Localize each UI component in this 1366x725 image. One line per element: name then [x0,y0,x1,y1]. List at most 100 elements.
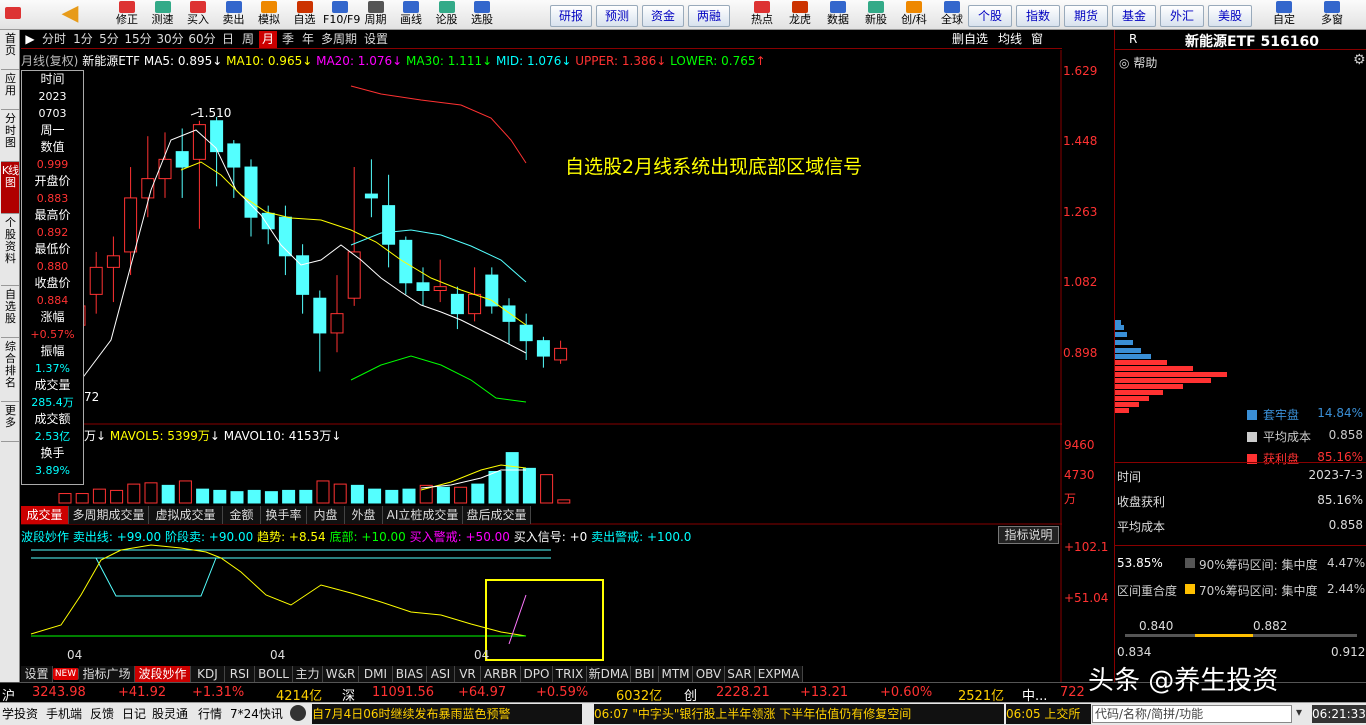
indicator-tab-16[interactable]: 新DMA [587,666,631,683]
subchart-tab-7[interactable]: AI立桩成交量 [383,506,463,524]
forum-button[interactable]: 论股 [430,0,464,30]
sell-button[interactable]: 卖出 [217,0,251,30]
period-tab-0[interactable]: 分时 [39,31,69,48]
multiwindow-button[interactable]: 多窗 [1312,0,1352,30]
speed-button[interactable]: 测速 [146,0,180,30]
indicator-tab-18[interactable]: MTM [659,666,693,683]
toolbar-btn-3[interactable]: 两融 [688,5,730,27]
bottombar-item-5[interactable]: 行情 [198,705,222,722]
toolbar-btn-2[interactable]: 资金 [642,5,684,27]
toolbar-btn-1[interactable]: 预测 [596,5,638,27]
indicator-tab-15[interactable]: TRIX [553,666,587,683]
indicator-tab-6[interactable]: BOLL [255,666,293,683]
subchart-tab-8[interactable]: 盘后成交量 [463,506,531,524]
news-ticker-3[interactable]: 06:05 上交所 [1006,704,1091,724]
toolbar-btn2-1[interactable]: 指数 [1016,5,1060,27]
indicator-tab-5[interactable]: RSI [225,666,255,683]
indicator-tab-20[interactable]: SAR [725,666,755,683]
screen-button[interactable]: 选股 [465,0,499,30]
custom-button[interactable]: 自定 [1264,0,1304,30]
watchlist-button[interactable]: 自选 [288,0,322,30]
indicator-tab-0[interactable]: 设置 [21,666,53,683]
period-right-1[interactable]: 均线 [995,31,1025,48]
subchart-tab-3[interactable]: 金额 [223,506,261,524]
period-button[interactable]: 周期 [359,0,393,30]
bottombar-item-4[interactable]: 股灵通 [152,705,188,722]
leftnav-item-1[interactable]: 应用 [1,70,19,110]
dragon-button[interactable]: 龙虎 [782,0,818,30]
period-tab-11[interactable]: 多周期 [319,31,359,48]
indicator-tab-11[interactable]: ASI [427,666,455,683]
leftnav-item-0[interactable]: 首页 [1,30,19,70]
toolbar-btn2-4[interactable]: 外汇 [1160,5,1204,27]
edit-button[interactable]: 修正 [110,0,144,30]
bottombar-item-2[interactable]: 反馈 [90,705,114,722]
bottombar-item-6[interactable]: 7*24快讯 [230,705,283,722]
collapse-icon[interactable]: ▶ [23,31,37,48]
indicator-explain-button[interactable]: 指标说明 [998,526,1059,544]
indicator-tab-17[interactable]: BBI [631,666,659,683]
bottombar-item-0[interactable]: 学投资 [2,705,38,722]
help-row[interactable]: ◎ 帮助 [1119,54,1157,71]
search-input[interactable]: 代码/名称/简拼/功能 [1092,705,1292,723]
indicator-tab-1[interactable]: NEW [53,668,79,680]
toolbar-btn2-2[interactable]: 期货 [1064,5,1108,27]
leftnav-item-2[interactable]: 分时图 [1,110,19,162]
period-tab-5[interactable]: 60分 [187,31,217,48]
buy-button[interactable]: 买入 [181,0,215,30]
period-tab-2[interactable]: 5分 [97,31,121,48]
leftnav-item-3[interactable]: K线图 [1,162,19,214]
toolbar-btn-0[interactable]: 研报 [550,5,592,27]
period-tab-6[interactable]: 日 [219,31,237,48]
indicator-tab-13[interactable]: ARBR [481,666,521,683]
leftnav-item-6[interactable]: 综合排名 [1,338,19,402]
leftnav-item-7[interactable]: 更多 [1,402,19,442]
subchart-tab-5[interactable]: 内盘 [307,506,345,524]
indicator-tab-19[interactable]: OBV [693,666,725,683]
subchart-tab-2[interactable]: 虚拟成交量 [149,506,223,524]
bottombar-item-3[interactable]: 日记 [122,705,146,722]
indicator-tab-4[interactable]: KDJ [191,666,225,683]
indicator-tab-14[interactable]: DPO [521,666,553,683]
growth-button[interactable]: 创/科 [896,0,932,30]
subchart-tab-4[interactable]: 换手率 [261,506,307,524]
ipo-button[interactable]: 新股 [858,0,894,30]
indicator-tab-12[interactable]: VR [455,666,481,683]
settings-gear-icon[interactable]: ⚙ [1353,52,1366,68]
subchart-tab-1[interactable]: 多周期成交量 [69,506,149,524]
draw-button[interactable]: 画线 [394,0,428,30]
period-tab-8[interactable]: 月 [259,31,277,48]
data-button[interactable]: 数据 [820,0,856,30]
period-tab-7[interactable]: 周 [239,31,257,48]
indicator-tab-7[interactable]: 主力 [293,666,323,683]
leftnav-item-4[interactable]: 个股资料 [1,214,19,286]
toolbar-btn2-3[interactable]: 基金 [1112,5,1156,27]
subchart-tab-6[interactable]: 外盘 [345,506,383,524]
indicator-tab-10[interactable]: BIAS [393,666,427,683]
subchart-tab-0[interactable]: 成交量 [21,506,69,524]
indicator-tab-21[interactable]: EXPMA [755,666,803,683]
grid-icon[interactable] [4,0,22,30]
f10-button[interactable]: F10/F9 [323,0,360,30]
indicator-tab-2[interactable]: 指标广场 [79,666,135,683]
indicator-tab-3[interactable]: 波段妙作 [135,666,191,683]
bottombar-item-1[interactable]: 手机端 [46,705,82,722]
period-tab-3[interactable]: 15分 [123,31,153,48]
period-tab-4[interactable]: 30分 [155,31,185,48]
toolbar-btn2-0[interactable]: 个股 [968,5,1012,27]
news-ticker[interactable]: 自7月4日06时继续发布暴雨蓝色预警 [312,704,582,724]
news-ticker-2[interactable]: 06:07 "中字头"银行股上半年领涨 下半年估值仍有修复空间 [594,704,1004,724]
back-arrow-icon[interactable]: ◀ [55,0,85,30]
leftnav-item-5[interactable]: 自选股 [1,286,19,338]
period-right-2[interactable]: 窗 [1029,31,1045,48]
period-right-0[interactable]: 删自选 [949,31,991,48]
globe-button[interactable]: 全球 [934,0,970,30]
indicator-tab-8[interactable]: W&R [323,666,359,683]
dropdown-icon[interactable]: ▾ [1296,705,1310,721]
indicator-tab-9[interactable]: DMI [359,666,393,683]
period-tab-9[interactable]: 季 [279,31,297,48]
simulate-button[interactable]: 模拟 [252,0,286,30]
period-tab-10[interactable]: 年 [299,31,317,48]
period-tab-12[interactable]: 设置 [361,31,391,48]
hot-button[interactable]: 热点 [744,0,780,30]
